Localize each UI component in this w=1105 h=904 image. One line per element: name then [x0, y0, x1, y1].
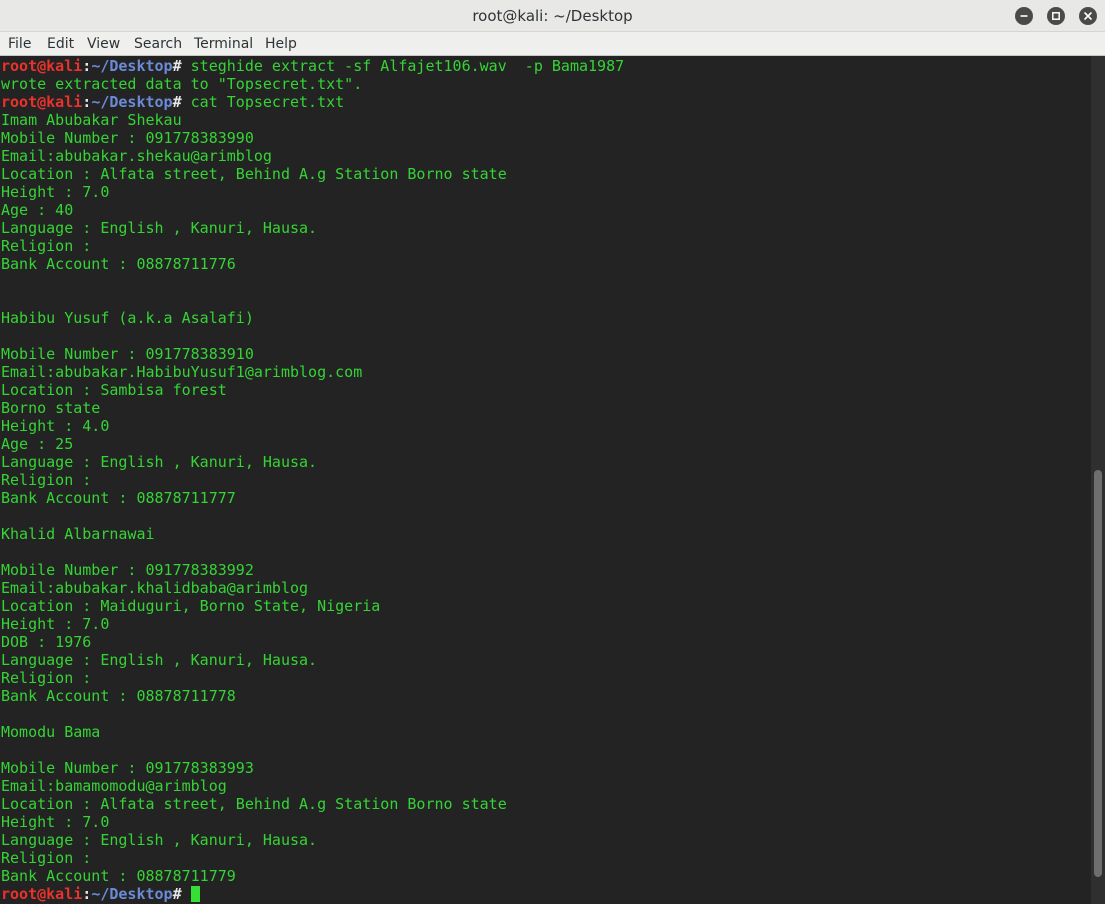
menu-bar: File Edit View Search Terminal Help	[0, 32, 1105, 56]
output-line: Momodu Bama	[1, 723, 101, 741]
output-line: Height : 7.0	[1, 813, 110, 831]
prompt-line: root@kali:~/Desktop# steghide extract -s…	[1, 57, 624, 75]
prompt-hash: #	[172, 93, 182, 111]
output-line: Email:abubakar.HabibuYusuf1@arimblog.com	[1, 363, 363, 381]
menu-view[interactable]: View	[87, 32, 120, 56]
minimize-button[interactable]	[1015, 7, 1033, 25]
menu-terminal[interactable]: Terminal	[194, 32, 253, 56]
output-line: Bank Account : 08878711776	[1, 255, 236, 273]
scrollbar-thumb[interactable]	[1094, 470, 1102, 878]
output-line: Mobile Number : 091778383992	[1, 561, 254, 579]
output-line: Mobile Number : 091778383910	[1, 345, 254, 363]
output-line: Religion :	[1, 849, 92, 867]
output-line: Religion :	[1, 237, 92, 255]
output-line: Height : 7.0	[1, 183, 110, 201]
menu-edit[interactable]: Edit	[47, 32, 74, 56]
output-line: Religion :	[1, 669, 92, 687]
prompt-line: root@kali:~/Desktop# cat Topsecret.txt	[1, 93, 624, 111]
window-title: root@kali: ~/Desktop	[472, 7, 633, 25]
output-line: Bank Account : 08878711779	[1, 867, 236, 885]
prompt-user: root@kali	[1, 57, 83, 75]
output-line: Mobile Number : 091778383990	[1, 129, 254, 147]
output-line: Language : English , Kanuri, Hausa.	[1, 831, 318, 849]
output-line: Age : 25	[1, 435, 74, 453]
output-line: Khalid Albarnawai	[1, 525, 155, 543]
output-line: Imam Abubakar Shekau	[1, 111, 182, 129]
command-text: steghide extract -sf Alfajet106.wav -p B…	[181, 57, 625, 75]
prompt-hash: #	[172, 885, 182, 903]
output-line: Mobile Number : 091778383993	[1, 759, 254, 777]
prompt-path: ~/Desktop	[91, 93, 173, 111]
prompt-line: root@kali:~/Desktop#	[1, 885, 624, 903]
title-bar[interactable]: root@kali: ~/Desktop	[0, 0, 1105, 32]
command-text: cat Topsecret.txt	[181, 93, 345, 111]
output-line: Language : English , Kanuri, Hausa.	[1, 651, 318, 669]
maximize-button[interactable]	[1047, 7, 1065, 25]
terminal-output[interactable]: root@kali:~/Desktop# steghide extract -s…	[0, 56, 1091, 904]
output-line: Bank Account : 08878711778	[1, 687, 236, 705]
prompt-user: root@kali	[1, 93, 83, 111]
menu-search[interactable]: Search	[134, 32, 182, 56]
prompt-user: root@kali	[1, 885, 83, 903]
output-line: wrote extracted data to "Topsecret.txt".	[1, 75, 363, 93]
prompt-path: ~/Desktop	[91, 57, 173, 75]
prompt-separator: :	[82, 93, 92, 111]
output-line: Height : 7.0	[1, 615, 110, 633]
output-line: Height : 4.0	[1, 417, 110, 435]
scrollbar[interactable]	[1091, 56, 1105, 904]
terminal-lines: root@kali:~/Desktop# steghide extract -s…	[1, 57, 624, 903]
menu-file[interactable]: File	[8, 32, 31, 56]
output-line: Habibu Yusuf (a.k.a Asalafi)	[1, 309, 254, 327]
output-line: Borno state	[1, 399, 101, 417]
prompt-path: ~/Desktop	[91, 885, 173, 903]
terminal-window: root@kali: ~/Desktop File Edit View Sear…	[0, 0, 1105, 904]
output-line: Religion :	[1, 471, 92, 489]
menu-help[interactable]: Help	[265, 32, 297, 56]
output-line: Email:bamamomodu@arimblog	[1, 777, 227, 795]
prompt-separator: :	[82, 57, 92, 75]
output-line: Location : Alfata street, Behind A.g Sta…	[1, 165, 507, 183]
output-line: Email:abubakar.shekau@arimblog	[1, 147, 272, 165]
minimize-icon	[1019, 11, 1029, 21]
prompt-hash: #	[172, 57, 182, 75]
output-line: Location : Sambisa forest	[1, 381, 227, 399]
output-line: Age : 40	[1, 201, 74, 219]
output-line: Language : English , Kanuri, Hausa.	[1, 453, 318, 471]
output-line: Language : English , Kanuri, Hausa.	[1, 219, 318, 237]
output-line: Bank Account : 08878711777	[1, 489, 236, 507]
command-text	[182, 885, 191, 903]
output-line: Email:abubakar.khalidbaba@arimblog	[1, 579, 309, 597]
output-line: Location : Alfata street, Behind A.g Sta…	[1, 795, 507, 813]
output-line: Location : Maiduguri, Borno State, Niger…	[1, 597, 381, 615]
terminal-cursor	[190, 886, 200, 902]
maximize-icon	[1051, 11, 1061, 21]
prompt-separator: :	[82, 885, 92, 903]
output-line: DOB : 1976	[1, 633, 92, 651]
close-button[interactable]	[1079, 7, 1097, 25]
close-icon	[1083, 11, 1093, 21]
